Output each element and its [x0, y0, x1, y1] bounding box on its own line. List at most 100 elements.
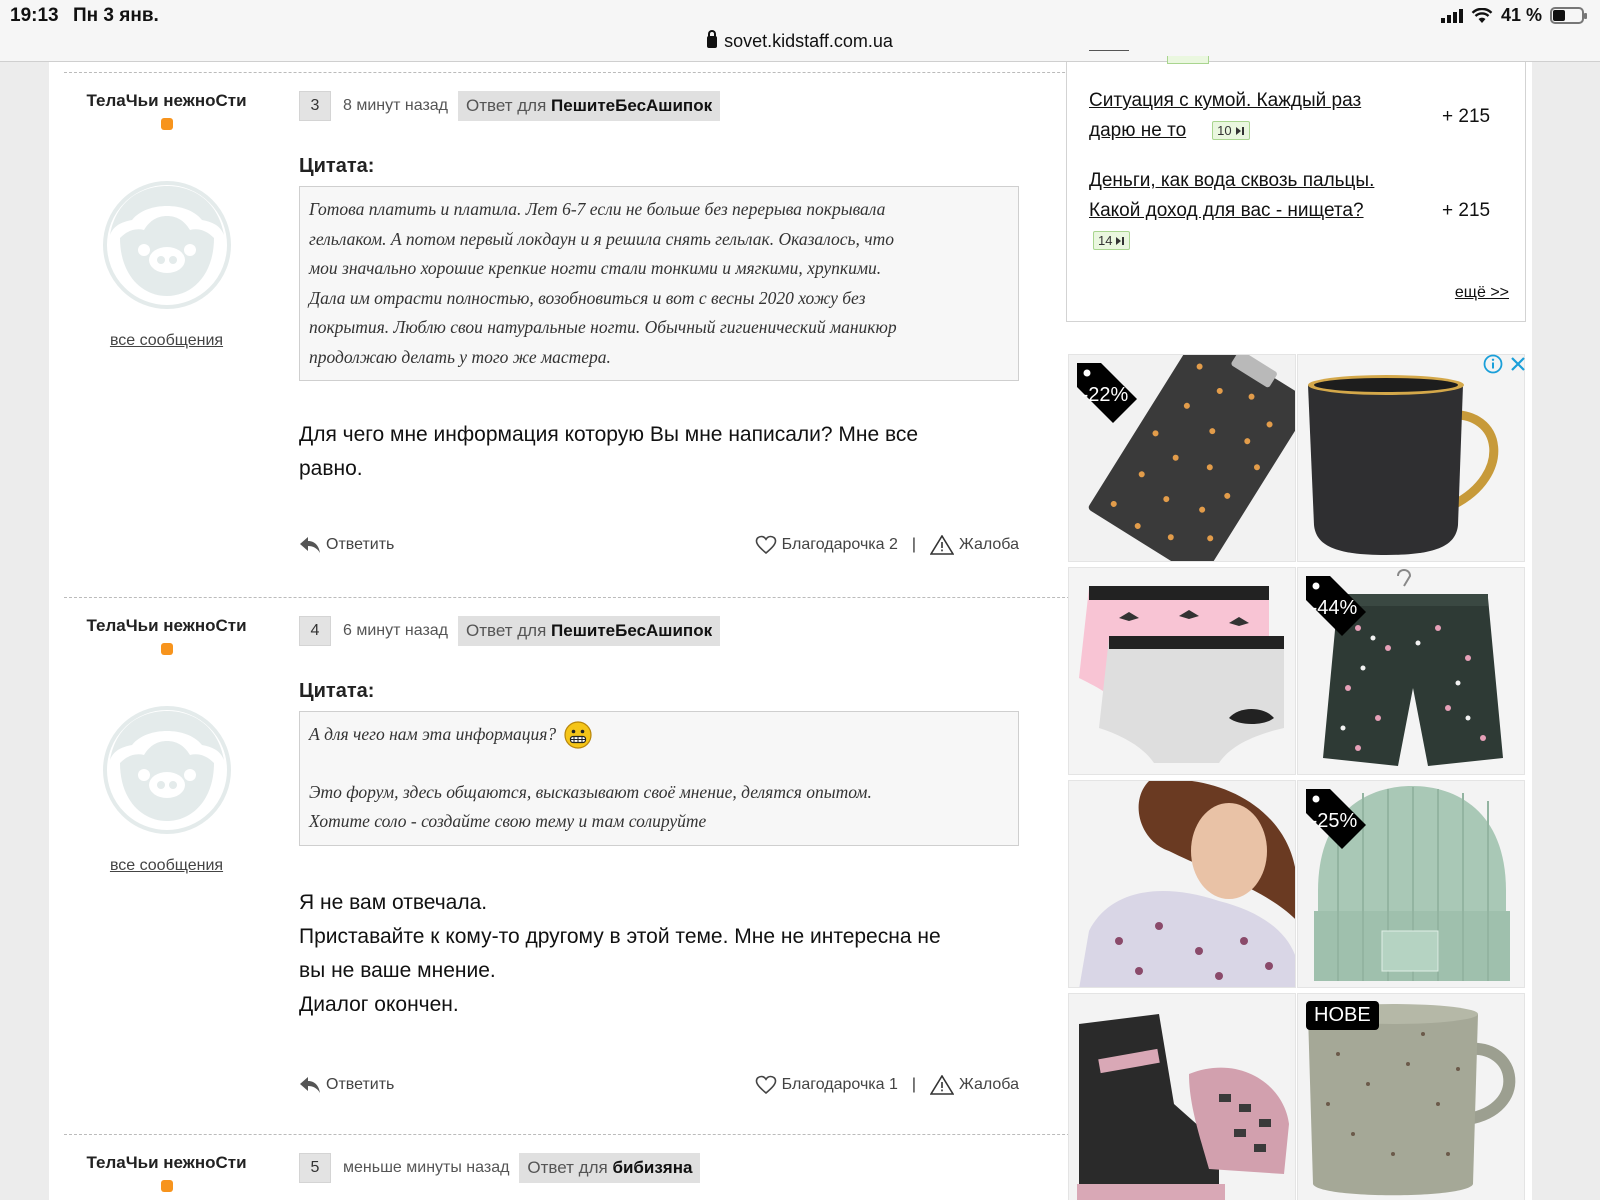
author-name[interactable]: ТелаЧьи нежноСти [64, 616, 269, 636]
boots-image [1069, 994, 1295, 1200]
complaint-button[interactable]: Жалоба [930, 535, 1019, 555]
quote-block: Готова платить и платила. Лет 6-7 если н… [299, 186, 1019, 381]
more-topics-link[interactable]: ещё >> [1455, 284, 1509, 302]
quote-label: Цитата: [299, 680, 375, 702]
topic-title-line[interactable]: дарю не то [1089, 120, 1186, 141]
last-page-icon [1116, 236, 1125, 245]
reply-label: Ответить [326, 1076, 395, 1093]
topic-title-line[interactable]: Какой доход для вас - нищета? [1089, 200, 1364, 221]
wifi-icon [1471, 7, 1493, 23]
quote-spacer [309, 750, 1009, 778]
complaint-label: Жалоба [959, 1076, 1019, 1093]
online-status-icon [160, 1180, 173, 1192]
message-line: равно. [299, 457, 363, 480]
quote-line: Хотите соло - создайте свою тему и там с… [309, 811, 707, 831]
comments-badge[interactable]: 10 [1212, 121, 1250, 141]
complaint-button[interactable]: Жалоба [930, 1075, 1019, 1095]
online-status-icon [160, 118, 173, 130]
heart-icon [755, 1075, 776, 1095]
post-number[interactable]: 5 [299, 1153, 331, 1183]
topic-link[interactable]: Ситуация с кумой. Каждый раз дарю не то 1… [1089, 86, 1361, 146]
discount-label: -25% [1311, 810, 1358, 832]
thanks-label: Благодарочка 1 [781, 1076, 898, 1093]
ad-product-shorts[interactable] [1068, 567, 1296, 775]
post-body: 3 8 минут назад Ответ для ПешитеБесАшипо… [299, 91, 1019, 555]
discount-tag-icon: -44% [1306, 576, 1366, 636]
post-number[interactable]: 3 [299, 91, 331, 121]
reply-to-badge[interactable]: Ответ для бибизяна [519, 1153, 701, 1183]
reply-to-user[interactable]: ПешитеБесАшипок [551, 96, 712, 115]
quote-line: Это форум, здесь общаются, высказывают с… [309, 781, 872, 802]
quote-line: покрытия. Люблю свои натуральные ногти. … [309, 317, 897, 337]
thanks-button[interactable]: Благодарочка 1 [755, 1075, 898, 1095]
page-content: ТелаЧьи нежноСти все сообщения 3 8 минут… [49, 50, 1532, 1200]
info-icon[interactable] [1483, 354, 1503, 374]
battery-icon [1550, 7, 1587, 24]
ad-product-sweater[interactable] [1068, 780, 1296, 988]
author-name[interactable]: ТелаЧьи нежноСти [64, 1153, 269, 1173]
close-icon[interactable] [1509, 354, 1527, 374]
discount-label: -22% [1082, 384, 1129, 406]
warning-icon [930, 535, 955, 555]
topic-title-line[interactable]: Ситуация с кумой. Каждый раз [1089, 90, 1361, 111]
discount-tag-icon: -25% [1306, 789, 1366, 849]
reply-to-badge[interactable]: Ответ для ПешитеБесАшипок [458, 91, 721, 121]
avatar[interactable] [102, 180, 232, 310]
ad-product-speckled-mug[interactable]: НОВЕ [1297, 993, 1525, 1200]
comments-badge[interactable]: 14 [1093, 231, 1131, 251]
reply-to-user[interactable]: бибизяна [612, 1158, 692, 1177]
url-text: sovet.kidstaff.com.ua [724, 31, 893, 51]
all-messages-link[interactable]: все сообщения [110, 857, 223, 875]
reply-button[interactable]: Ответить [299, 536, 394, 554]
child-sweater-image [1069, 781, 1295, 987]
post-meta: 3 8 минут назад Ответ для ПешитеБесАшипо… [299, 91, 1019, 121]
discount-tag-icon: -22% [1077, 363, 1137, 423]
post-divider [64, 1134, 1100, 1135]
reply-to-badge[interactable]: Ответ для ПешитеБесАшипок [458, 616, 721, 646]
thanks-label: Благодарочка 2 [781, 536, 898, 553]
discount-label: -44% [1311, 597, 1358, 619]
reply-button[interactable]: Ответить [299, 1076, 394, 1094]
reply-to-user[interactable]: ПешитеБесАшипок [551, 621, 712, 640]
quote-line: Готова платить и платила. Лет 6-7 если н… [309, 199, 886, 219]
post-divider [64, 72, 1100, 73]
post-time: меньше минуты назад [343, 1159, 510, 1176]
address-bar[interactable]: sovet.kidstaff.com.ua [0, 30, 1600, 52]
message-line: Приставайте к кому-то другому в этой тем… [299, 924, 941, 948]
message-line: Диалог окончен. [299, 992, 459, 1016]
post-message: Для чего мне информация которую Вы мне н… [299, 418, 1019, 486]
date: Пн 3 янв. [73, 5, 159, 26]
post-message: Я не вам отвечала. Приставайте к кому-то… [299, 886, 1019, 1022]
quote-label: Цитата: [299, 155, 375, 177]
topic-score: + 215 [1442, 200, 1491, 221]
reply-to-prefix: Ответ для [466, 96, 547, 115]
last-page-icon [1235, 126, 1244, 135]
all-messages-link[interactable]: все сообщения [110, 332, 223, 350]
ad-product-beanie[interactable]: -25% [1297, 780, 1525, 988]
author-name[interactable]: ТелаЧьи нежноСти [64, 91, 269, 111]
mug-image [1298, 355, 1524, 561]
post-number[interactable]: 4 [299, 616, 331, 646]
topic-link[interactable]: Деньги, как вода сквозь пальцы. Какой до… [1089, 166, 1374, 256]
cellular-signal-icon [1440, 8, 1463, 23]
avatar[interactable] [102, 705, 232, 835]
reply-to-prefix: Ответ для [527, 1158, 608, 1177]
post-actions-right: Благодарочка 2 | Жалоба [755, 535, 1019, 555]
underwear-image [1069, 568, 1295, 774]
grimace-emoji-icon [564, 721, 592, 749]
ad-product-mug[interactable] [1297, 354, 1525, 562]
heart-icon [755, 535, 776, 555]
ad-product-floral-shorts[interactable]: -44% [1297, 567, 1525, 775]
message-line: Я не вам отвечала. [299, 890, 488, 914]
quote-line: А для чего нам эта информация? [309, 724, 557, 744]
post-time: 6 минут назад [343, 622, 449, 639]
message-line: вы не ваше мнение. [299, 958, 496, 982]
status-bar: 19:13 Пн 3 янв. 41 % sovet.kidstaff.com.… [0, 0, 1600, 62]
ad-product-boots[interactable] [1068, 993, 1296, 1200]
action-divider: | [911, 1076, 917, 1093]
reply-arrow-icon [300, 537, 320, 553]
ad-product-clipboard[interactable]: -22% [1068, 354, 1296, 562]
thanks-button[interactable]: Благодарочка 2 [755, 535, 898, 555]
post-actions: Ответить Благодарочка 1 | Жалоба [299, 1072, 1019, 1098]
topic-title-line[interactable]: Деньги, как вода сквозь пальцы. [1089, 170, 1374, 191]
